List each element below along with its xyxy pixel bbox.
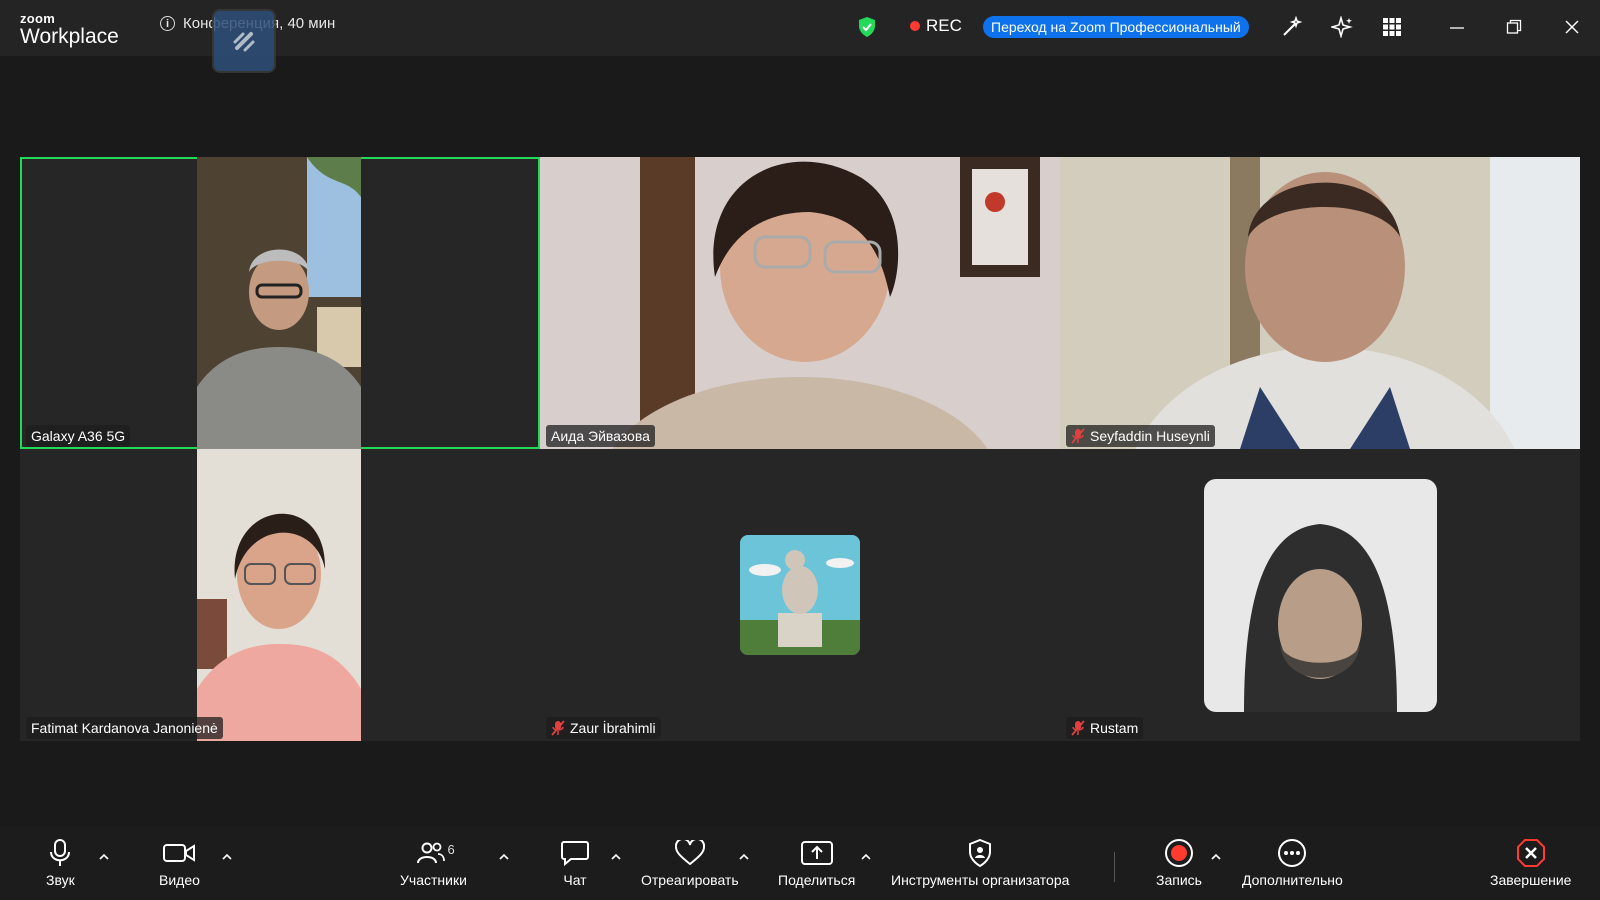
info-icon: i (160, 16, 175, 31)
audio-label: Звук (46, 872, 75, 888)
react-options-chevron-icon[interactable] (738, 850, 750, 862)
close-icon[interactable] (1560, 15, 1584, 39)
recording-indicator[interactable]: REC (910, 16, 962, 36)
host-shield-icon (968, 838, 992, 868)
camera-icon (163, 838, 196, 868)
host-tools-label: Инструменты организатора (891, 872, 1070, 888)
video-button[interactable]: Видео (159, 838, 200, 888)
minimize-icon[interactable] (1445, 15, 1469, 39)
apps-grid-icon[interactable] (1380, 15, 1404, 39)
share-button[interactable]: Поделиться (778, 838, 855, 888)
record-icon (1164, 838, 1194, 868)
end-meeting-label: Завершение (1490, 872, 1572, 888)
video-feed (197, 449, 361, 741)
participant-name-label: Zaur İbrahimli (546, 717, 661, 739)
react-label: Отреагировать (641, 872, 739, 888)
toolbar-divider (1114, 852, 1115, 882)
avatar (740, 535, 860, 655)
participants-options-chevron-icon[interactable] (498, 850, 510, 862)
video-tile-zaur[interactable]: Zaur İbrahimli (540, 449, 1060, 741)
security-shield-icon[interactable] (857, 16, 877, 43)
participant-name-label: Fatimat Kardanova Janonienė (26, 717, 223, 739)
rec-dot-icon (910, 21, 920, 31)
mic-muted-icon (1071, 720, 1085, 736)
video-options-chevron-icon[interactable] (221, 850, 233, 862)
participants-count: 6 (447, 842, 455, 857)
react-button[interactable]: Отреагировать (641, 838, 739, 888)
participant-name-label: Seyfaddin Huseynli (1066, 425, 1215, 447)
video-feed (1060, 157, 1580, 449)
participants-icon: 6 (403, 838, 463, 868)
record-label: Запись (1156, 872, 1202, 888)
mic-muted-icon (551, 720, 565, 736)
host-tools-button[interactable]: Инструменты организатора (891, 838, 1069, 888)
microphone-icon (48, 838, 72, 868)
video-label: Видео (159, 872, 200, 888)
end-meeting-icon (1516, 838, 1546, 868)
more-button[interactable]: Дополнительно (1242, 838, 1343, 888)
app-logo: zoom Workplace (20, 12, 119, 47)
restore-icon[interactable] (1502, 15, 1526, 39)
participant-name-label: Galaxy A36 5G (26, 425, 131, 447)
upgrade-button[interactable]: Переход на Zoom Профессиональный (983, 16, 1249, 38)
record-options-chevron-icon[interactable] (1210, 850, 1222, 862)
rec-label: REC (926, 16, 962, 35)
share-label: Поделиться (778, 872, 856, 888)
share-screen-icon (800, 838, 833, 868)
share-options-chevron-icon[interactable] (860, 850, 872, 862)
more-dots-icon (1277, 838, 1307, 868)
participants-label: Участники (400, 872, 467, 888)
mic-muted-icon (1071, 428, 1085, 444)
video-tile-fatimat[interactable]: Fatimat Kardanova Janonienė (20, 449, 540, 741)
brand-big: Workplace (20, 25, 119, 48)
chat-label: Чат (563, 872, 587, 888)
video-feed (197, 157, 361, 449)
video-tile-aida[interactable]: Аида Эйвазова (540, 157, 1060, 449)
chat-options-chevron-icon[interactable] (610, 850, 622, 862)
magic-wand-icon[interactable] (1280, 15, 1304, 39)
audio-button[interactable]: Звук (46, 838, 75, 888)
video-tile-seyfaddin[interactable]: Seyfaddin Huseynli (1060, 157, 1580, 449)
participant-name-label: Rustam (1066, 717, 1144, 739)
avatar (1204, 479, 1437, 712)
video-tile-rustam[interactable]: Rustam (1060, 449, 1580, 741)
more-label: Дополнительно (1242, 872, 1343, 888)
chat-icon (561, 838, 589, 868)
ai-sparkle-icon[interactable] (1330, 15, 1354, 39)
video-feed (540, 157, 1060, 449)
floating-annotation-button[interactable] (212, 9, 276, 73)
end-meeting-button[interactable]: Завершение (1490, 838, 1571, 888)
chat-button[interactable]: Чат (561, 838, 589, 888)
heart-icon (674, 838, 705, 868)
record-button[interactable]: Запись (1156, 838, 1202, 888)
participant-name-label: Аида Эйвазова (546, 425, 655, 447)
video-tile-galaxy[interactable]: Galaxy A36 5G (20, 157, 540, 449)
participants-button[interactable]: 6 Участники (400, 838, 467, 888)
audio-options-chevron-icon[interactable] (98, 850, 110, 862)
brand-small: zoom (20, 11, 56, 26)
